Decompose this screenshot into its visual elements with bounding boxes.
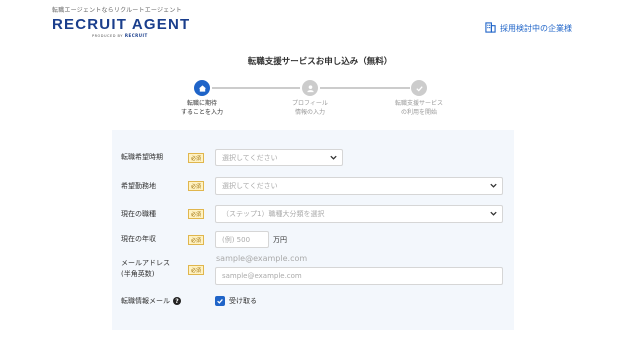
salary-input[interactable]: (例) 500	[215, 231, 269, 248]
location-select[interactable]: 選択してください	[215, 177, 503, 195]
required-badge: 必須	[188, 265, 204, 275]
page-title: 転職支援サービスお申し込み（無料）	[247, 57, 393, 67]
chevron-down-icon	[490, 211, 497, 216]
step-2: プロフィール 情報の入力	[250, 80, 370, 117]
step-2-line2: 情報の入力	[294, 109, 325, 116]
newsletter-checkbox[interactable]	[215, 296, 225, 306]
salary-input-placeholder: (例) 500	[222, 235, 251, 244]
required-badge: 必須	[188, 209, 204, 219]
newsletter-label: 転職情報メール?	[121, 296, 181, 307]
location-label: 希望勤務地	[121, 182, 156, 190]
job-select[interactable]: （ステップ1）職種大分類を選択	[215, 205, 503, 223]
chevron-down-icon	[330, 155, 337, 160]
checkmark-icon	[217, 298, 223, 304]
required-badge: 必須	[188, 235, 204, 245]
newsletter-checkbox-label[interactable]: 受け取る	[229, 296, 257, 306]
building-icon	[485, 22, 496, 35]
step-1-line1: 転職に期待	[186, 100, 217, 107]
tagline: 転職エージェントならリクルートエージェント	[52, 7, 182, 14]
email-input-placeholder: sample@example.com	[222, 272, 302, 280]
logo-sub-prefix: PRODUCED BY	[92, 33, 123, 38]
step-3: 転職支援サービス の利用を開始	[359, 80, 479, 117]
newsletter-label-text: 転職情報メール	[121, 297, 170, 305]
email-label-line1: メールアドレス	[121, 259, 170, 267]
email-hint: sample@example.com	[216, 254, 308, 263]
home-icon	[194, 80, 210, 96]
job-label: 現在の職種	[121, 210, 156, 218]
required-badge: 必須	[188, 181, 204, 191]
salary-unit: 万円	[273, 236, 287, 244]
company-link-label: 採用検討中の企業様	[500, 24, 572, 33]
email-input[interactable]: sample@example.com	[215, 267, 503, 285]
person-icon	[302, 80, 318, 96]
email-label: メールアドレス (半角英数)	[121, 258, 170, 280]
step-2-line1: プロフィール	[292, 100, 328, 107]
step-3-line2: の利用を開始	[400, 109, 437, 116]
logo-sub: PRODUCED BY RECRUIT	[92, 33, 148, 38]
timing-label: 転職希望時期	[121, 153, 163, 161]
logo[interactable]: RECRUIT AGENT	[52, 16, 190, 33]
location-select-value: 選択してください	[222, 182, 278, 190]
help-icon[interactable]: ?	[173, 297, 181, 305]
chevron-down-icon	[490, 183, 497, 188]
company-link[interactable]: 採用検討中の企業様	[485, 22, 572, 35]
required-badge: 必須	[188, 153, 204, 163]
step-1-line2: することを入力	[180, 109, 223, 116]
step-3-line1: 転職支援サービス	[394, 100, 443, 107]
logo-sub-brand: RECRUIT	[124, 33, 148, 38]
salary-label: 現在の年収	[121, 235, 156, 243]
email-label-line2: (半角英数)	[121, 270, 155, 278]
step-1: 転職に期待することを入力	[142, 80, 262, 117]
job-select-value: （ステップ1）職種大分類を選択	[222, 210, 325, 218]
timing-select-value: 選択してください	[222, 153, 278, 162]
timing-select[interactable]: 選択してください	[215, 149, 343, 166]
check-icon	[411, 80, 427, 96]
